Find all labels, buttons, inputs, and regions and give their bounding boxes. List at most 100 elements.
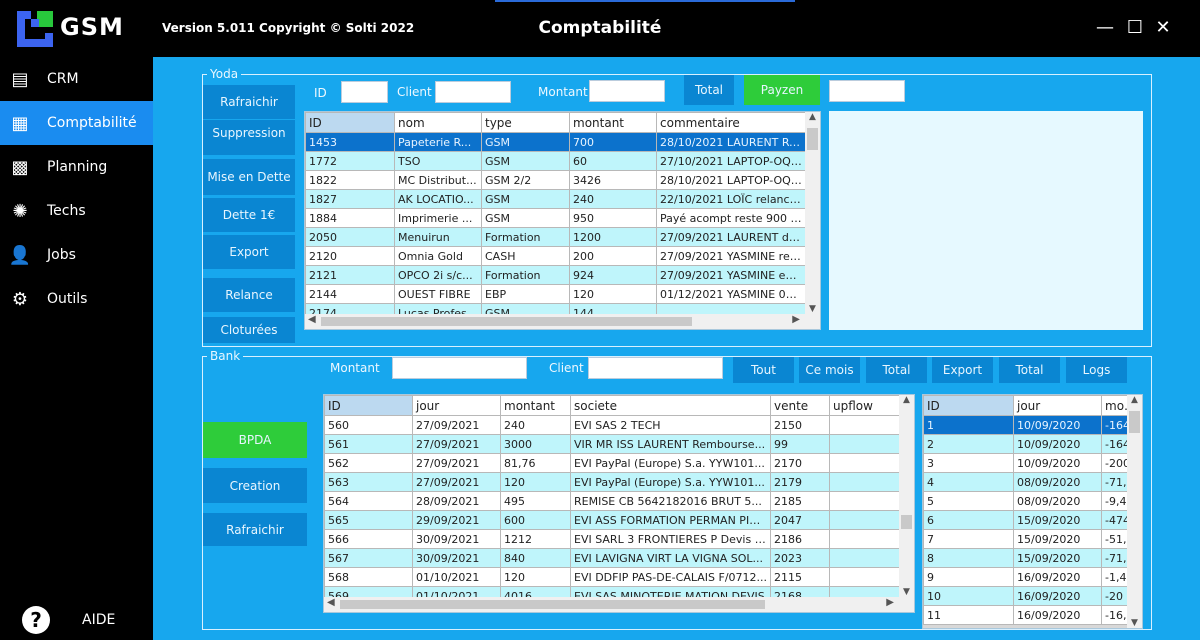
logs-button[interactable]: Logs [1066,357,1127,383]
column-header[interactable]: nom [394,112,482,133]
yoda-table[interactable]: ID nom type montant commentaire 1453 Papeterie… [304,111,821,330]
column-header[interactable]: vente [770,395,830,416]
table-row[interactable]: 563 27/09/2021 120 EVI PayPal (Europe) S.a.… [324,472,900,492]
table-row[interactable]: 7 15/09/2020 -51,8 [923,529,1142,549]
scrollbar-thumb[interactable] [321,317,692,326]
table-row[interactable]: 11 16/09/2020 -16,2 [923,605,1142,625]
relance-button[interactable]: Relance [203,278,295,312]
table-row[interactable]: 2 10/09/2020 -164, [923,434,1142,454]
column-header[interactable]: montant [569,112,657,133]
column-header[interactable]: commentaire [656,112,807,133]
scrollbar-thumb[interactable] [901,515,912,529]
scroll-right-icon[interactable]: ▶ [792,314,800,325]
table-row[interactable]: 6 15/09/2020 -4743 [923,510,1142,530]
maximize-button[interactable]: ☐ [1123,16,1147,40]
bank-montant-input[interactable] [392,357,527,379]
bank-client-input[interactable] [588,357,723,379]
table-row[interactable]: 561 27/09/2021 3000 VIR MR ISS LAURENT Remb… [324,434,900,454]
table-row[interactable]: 567 30/09/2021 840 EVI LAVIGNA VIRT LA VIGN… [324,548,900,568]
column-header[interactable]: ID [324,395,413,416]
vertical-scrollbar[interactable]: ▲ ▼ [1127,395,1142,628]
rafraichir-button[interactable]: Rafraichir [203,85,295,119]
scrollbar-thumb[interactable] [340,600,765,609]
scroll-left-icon[interactable]: ◀ [327,597,335,608]
sidebar-item-crm[interactable]: ▤ CRM [0,57,153,101]
column-header[interactable]: type [481,112,570,133]
scroll-right-icon[interactable]: ▶ [886,597,894,608]
horizontal-scrollbar[interactable]: ◀ ▶ [324,597,914,612]
close-button[interactable]: ✕ [1151,16,1175,40]
table-row[interactable]: 4 08/09/2020 -71,8 [923,472,1142,492]
table-row[interactable]: 8 15/09/2020 -71,5 [923,548,1142,568]
logs-table[interactable]: IDjourmontant110/09/2020-164,210/09/2020… [922,394,1143,629]
help-button[interactable]: ? AIDE [0,600,153,640]
scroll-up-icon[interactable]: ▲ [1127,395,1142,405]
sidebar-item-comptabilite[interactable]: ▦ Comptabilité [0,101,153,145]
cloturees-button[interactable]: Cloturées [203,317,295,343]
table-row[interactable]: 564 28/09/2021 495 REMISE CB 5642182016 BRU… [324,491,900,511]
scroll-up-icon[interactable]: ▲ [899,395,914,405]
sidebar-item-jobs[interactable]: 👤 Jobs [0,233,153,277]
dette-1-button[interactable]: Dette 1€ [203,198,295,232]
minimize-button[interactable]: — [1093,16,1117,40]
sidebar-item-planning[interactable]: ▩ Planning [0,145,153,189]
scroll-down-icon[interactable]: ▼ [805,304,820,314]
horizontal-scrollbar[interactable]: ◀ ▶ [305,314,820,329]
scrollbar-thumb[interactable] [807,128,818,150]
column-header[interactable]: jour [412,395,501,416]
tout-button[interactable]: Tout [733,357,794,383]
table-row[interactable]: 2120 Omnia Gold CASH 200 27/09/2021 YASMINE … [305,246,807,266]
table-row[interactable]: 1827 AK LOCATIO... GSM 240 22/10/2021 LOÏC r… [305,189,807,209]
column-header[interactable]: ID [305,112,395,133]
ce-mois-button[interactable]: Ce mois [799,357,860,383]
vertical-scrollbar[interactable]: ▲ ▼ [805,112,820,314]
scroll-left-icon[interactable]: ◀ [308,314,316,325]
table-row[interactable]: 1 10/09/2020 -164, [923,415,1142,435]
table-row[interactable]: 1772 TSO GSM 60 27/10/2021 LAPTOP-OQLOF [305,151,807,171]
table-row[interactable]: 1453 Papeterie R... GSM 700 28/10/2021 LAURE… [305,132,807,152]
export-button[interactable]: Export [203,235,295,269]
table-row[interactable]: 2050 Menuirun Formation 1200 27/09/2021 LAUR… [305,227,807,247]
table-row[interactable]: 3 10/09/2020 -2000 [923,453,1142,473]
vertical-scrollbar[interactable]: ▲ ▼ [899,395,914,597]
montant-input[interactable] [589,80,665,102]
sidebar-item-techs[interactable]: ✺ Techs [0,189,153,233]
mise-en-dette-button[interactable]: Mise en Dette [203,159,295,195]
column-header[interactable]: upflow [829,395,900,416]
scroll-down-icon[interactable]: ▼ [899,587,914,597]
column-header[interactable]: ID [923,395,1014,416]
scrollbar-thumb[interactable] [1129,411,1140,433]
bank-rafraichir-button[interactable]: Rafraichir [203,513,307,546]
creation-button[interactable]: Creation [203,468,307,503]
table-row[interactable]: 566 30/09/2021 1212 EVI SARL 3 FRONTIERES P… [324,529,900,549]
table-row[interactable]: 2144 OUEST FIBRE EBP 120 01/12/2021 YASMINE … [305,284,807,304]
bank-total-2-button[interactable]: Total [999,357,1060,383]
scroll-down-icon[interactable]: ▼ [1127,618,1142,628]
version-text: Version 5.011 Copyright © Solti 2022 [162,21,415,35]
total-button[interactable]: Total [684,75,734,105]
bank-total-button[interactable]: Total [866,357,927,383]
suppression-button[interactable]: Suppression [203,120,295,155]
bank-table[interactable]: ID jour montant societe vente upflow 560 27/09/… [323,394,915,613]
table-row[interactable]: 9 16/09/2020 -1,42 [923,567,1142,587]
payzen-input[interactable] [829,80,905,102]
column-header[interactable]: societe [570,395,771,416]
table-row[interactable]: 568 01/10/2021 120 EVI DDFIP PAS-DE-CALAIS … [324,567,900,587]
bpda-button[interactable]: BPDA [203,422,307,458]
column-header[interactable]: jour [1013,395,1102,416]
table-row[interactable]: 560 27/09/2021 240 EVI SAS 2 TECH 2150 [324,415,900,435]
bank-export-button[interactable]: Export [932,357,993,383]
scroll-up-icon[interactable]: ▲ [805,112,820,122]
table-row[interactable]: 1822 MC Distribut... GSM 2/2 3426 28/10/2021… [305,170,807,190]
column-header[interactable]: montant [500,395,571,416]
payzen-button[interactable]: Payzen [744,75,820,105]
id-input[interactable] [341,81,388,103]
table-row[interactable]: 10 16/09/2020 -20 [923,586,1142,606]
table-row[interactable]: 562 27/09/2021 81,76 EVI PayPal (Europe) S.… [324,453,900,473]
table-row[interactable]: 5 08/09/2020 -9,49 [923,491,1142,511]
table-row[interactable]: 2121 OPCO 2i s/c... Formation 924 27/09/2021… [305,265,807,285]
table-row[interactable]: 1884 Imprimerie ... GSM 950 Payé acompt rest… [305,208,807,228]
table-row[interactable]: 565 29/09/2021 600 EVI ASS FORMATION PERMAN… [324,510,900,530]
sidebar-item-outils[interactable]: ⚙ Outils [0,277,153,321]
client-input[interactable] [435,81,511,103]
